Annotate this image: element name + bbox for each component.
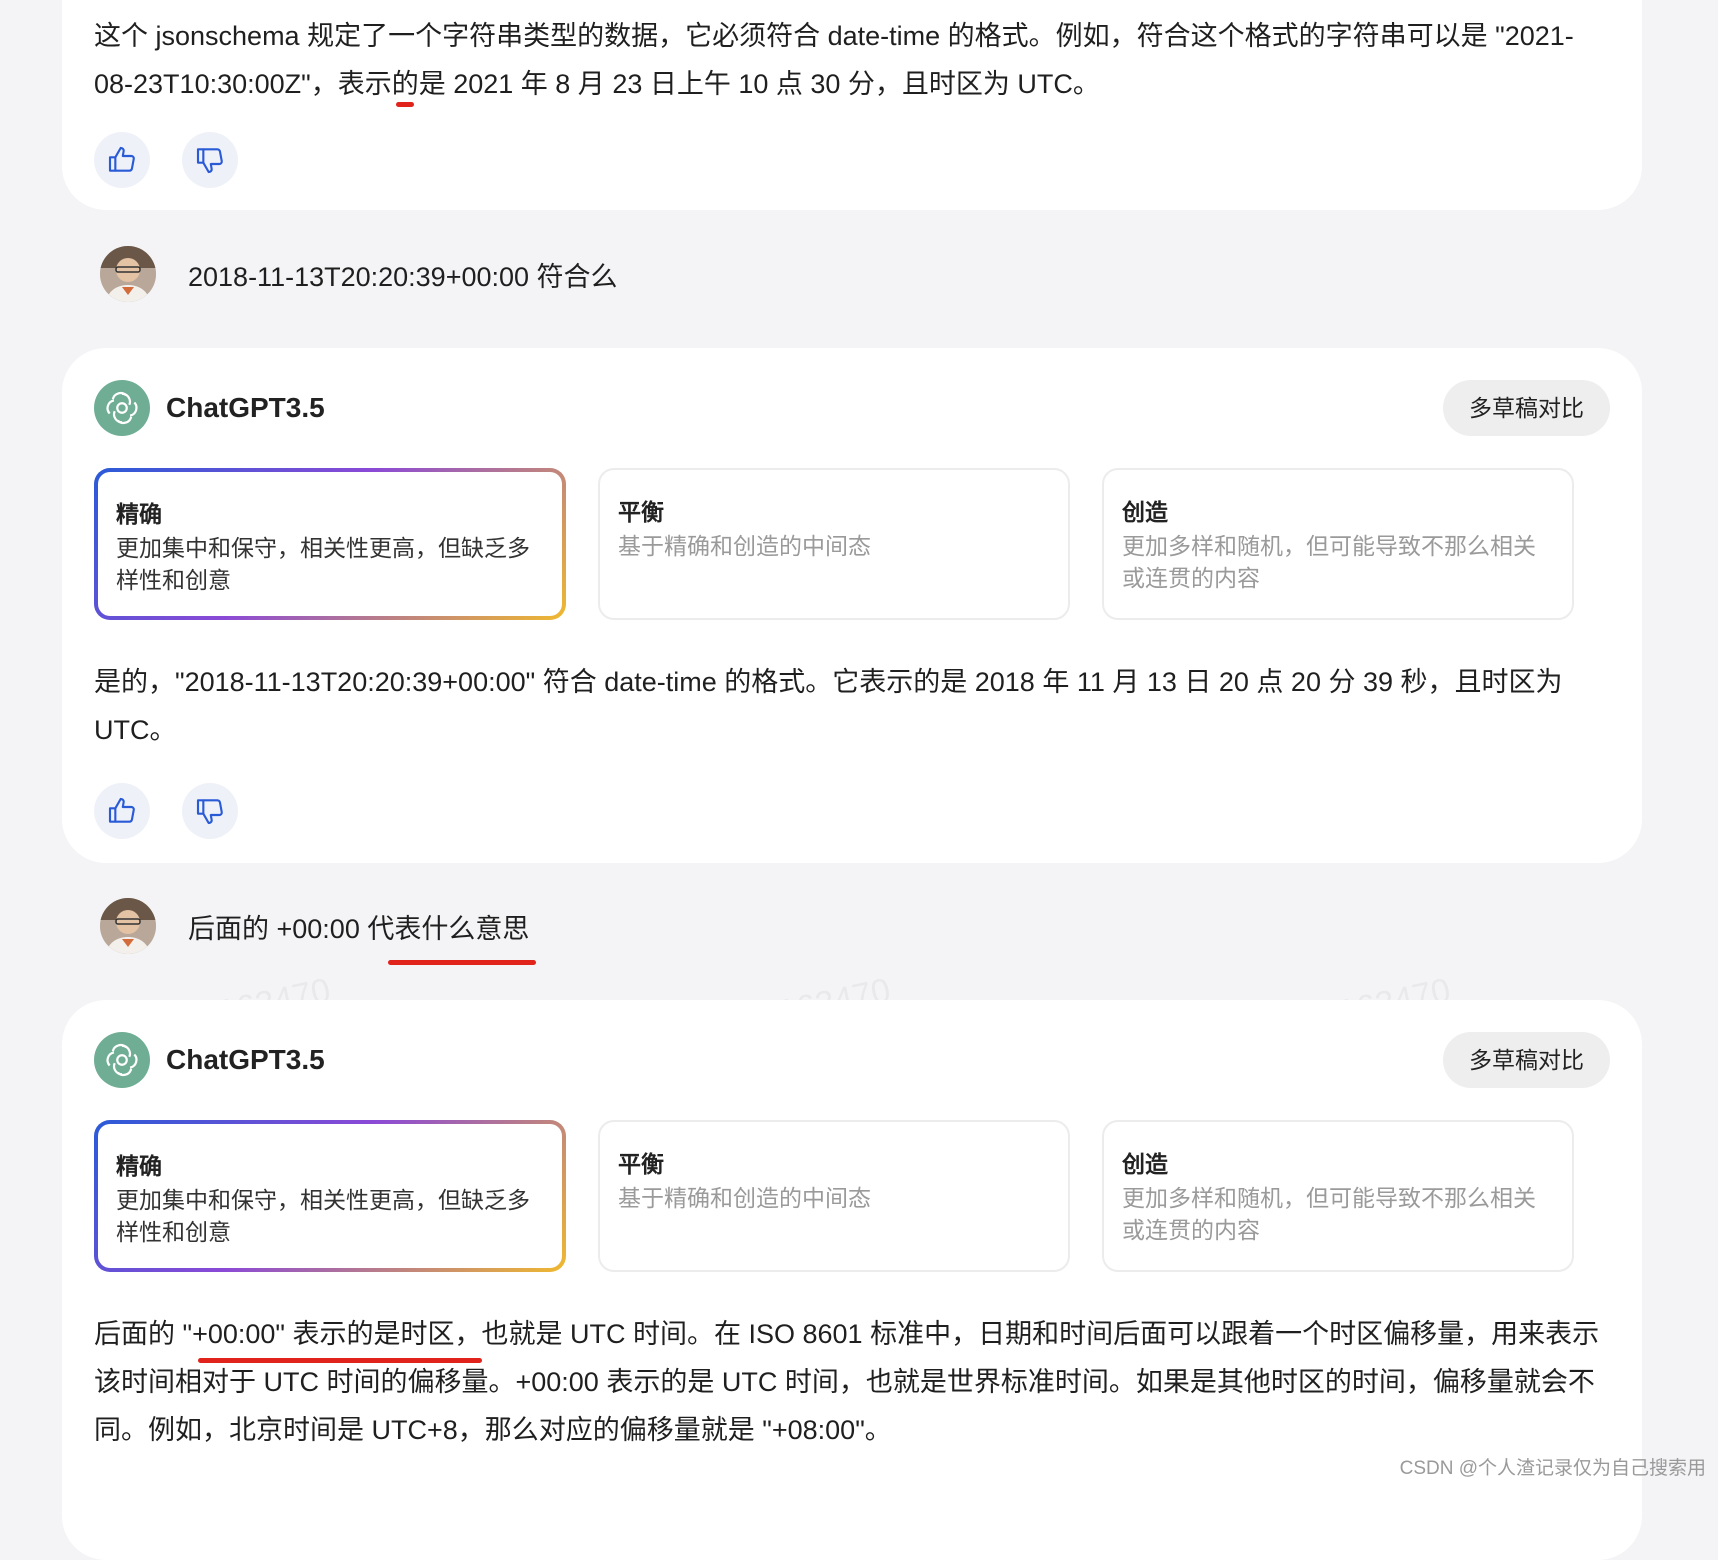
assistant-message-text: 是的，"2018-11-13T20:20:39+00:00" 符合 date-t… [94,667,1563,745]
bot-header: ChatGPT3.5 [94,1032,325,1088]
mode-option-balanced[interactable]: 平衡 基于精确和创造的中间态 [598,468,1070,620]
assistant-message-card: ChatGPT3.5 多草稿对比 精确 更加集中和保守，相关性更高，但缺乏多样性… [62,348,1642,863]
mode-option-precise[interactable]: 精确 更加集中和保守，相关性更高，但缺乏多样性和创意 [94,1120,566,1272]
highlight-underline [388,960,536,965]
mode-selector: 精确 更加集中和保守，相关性更高，但缺乏多样性和创意 平衡 基于精确和创造的中间… [94,1120,1574,1272]
thumbs-down-icon [196,148,223,174]
mode-description: 更加集中和保守，相关性更高，但缺乏多样性和创意 [116,535,530,593]
mode-title: 平衡 [618,1151,664,1177]
user-message: 后面的 +00:00 代表什么意思 [100,898,529,954]
thumbs-up-icon [108,797,135,823]
user-message-text: 后面的 +00:00 代表什么意思 [188,913,530,944]
mode-title: 精确 [116,1153,162,1179]
mode-option-creative[interactable]: 创造 更加多样和随机，但可能导致不那么相关或连贯的内容 [1102,1120,1574,1272]
thumbs-up-button[interactable] [94,132,150,188]
thumbs-down-button[interactable] [182,783,238,839]
mode-description: 基于精确和创造的中间态 [618,1185,871,1211]
thumbs-down-icon [196,799,223,825]
mode-description: 更加集中和保守，相关性更高，但缺乏多样性和创意 [116,1187,530,1245]
assistant-message-card: 这个 jsonschema 规定了一个字符串类型的数据，它必须符合 date-t… [62,0,1642,210]
mode-selector: 精确 更加集中和保守，相关性更高，但缺乏多样性和创意 平衡 基于精确和创造的中间… [94,468,1574,620]
highlight-underline [396,102,414,107]
footer-credit: CSDN @个人渣记录仅为自己搜索用 [1399,1458,1706,1479]
thumbs-down-button[interactable] [182,132,238,188]
mode-title: 创造 [1122,1151,1168,1177]
assistant-message-text: 后面的 "+00:00" 表示的是时区，也就是 UTC 时间。在 ISO 860… [94,1319,1600,1445]
bot-header: ChatGPT3.5 [94,380,325,436]
openai-logo-icon [94,380,150,436]
user-message: 2018-11-13T20:20:39+00:00 符合么 [100,246,618,302]
highlight-underline [198,1358,482,1363]
compare-drafts-button[interactable]: 多草稿对比 [1443,1032,1610,1088]
compare-drafts-button[interactable]: 多草稿对比 [1443,380,1610,436]
thumbs-up-button[interactable] [94,783,150,839]
mode-title: 创造 [1122,499,1168,525]
mode-option-creative[interactable]: 创造 更加多样和随机，但可能导致不那么相关或连贯的内容 [1102,468,1574,620]
mode-description: 更加多样和随机，但可能导致不那么相关或连贯的内容 [1122,1185,1536,1243]
mode-title: 精确 [116,501,162,527]
assistant-message-text: 这个 jsonschema 规定了一个字符串类型的数据，它必须符合 date-t… [94,21,1574,99]
mode-description: 更加多样和随机，但可能导致不那么相关或连贯的内容 [1122,533,1536,591]
openai-logo-icon [94,1032,150,1088]
thumbs-up-icon [108,146,135,172]
bot-name: ChatGPT3.5 [166,392,325,423]
avatar [100,246,156,302]
reaction-bar [94,132,238,188]
mode-option-precise[interactable]: 精确 更加集中和保守，相关性更高，但缺乏多样性和创意 [94,468,566,620]
bot-name: ChatGPT3.5 [166,1044,325,1075]
reaction-bar [94,783,238,839]
mode-description: 基于精确和创造的中间态 [618,533,871,559]
mode-option-balanced[interactable]: 平衡 基于精确和创造的中间态 [598,1120,1070,1272]
user-message-text: 2018-11-13T20:20:39+00:00 符合么 [188,261,618,292]
avatar [100,898,156,954]
mode-title: 平衡 [618,499,664,525]
